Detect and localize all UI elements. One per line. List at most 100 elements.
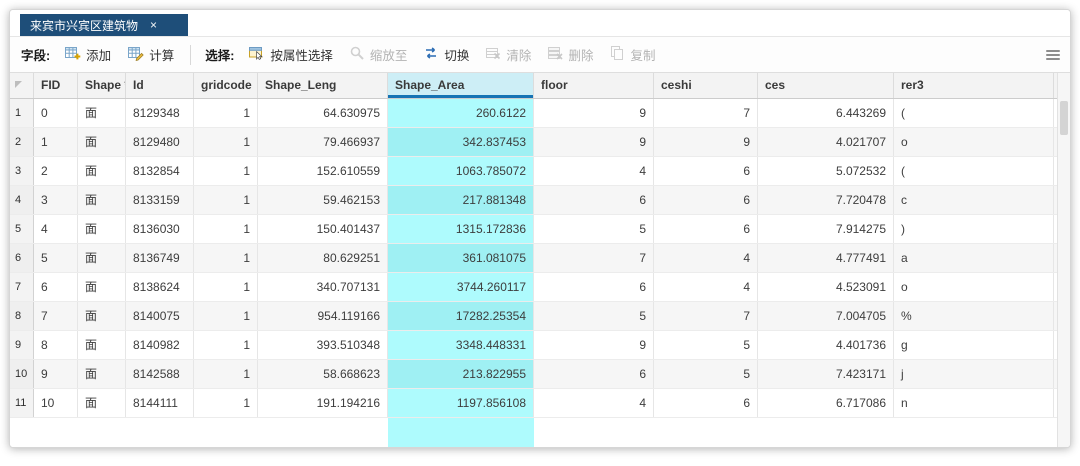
cell-Shape_Leng[interactable]: 954.119166 xyxy=(258,302,388,330)
column-header-Id[interactable]: Id xyxy=(126,73,194,98)
select-all-corner[interactable] xyxy=(10,73,34,98)
cell-Id[interactable]: 8140075 xyxy=(126,302,194,330)
row-number[interactable]: 7 xyxy=(10,273,34,301)
cell-floor[interactable]: 5 xyxy=(534,302,654,330)
cell-ceshi[interactable]: 7 xyxy=(654,302,758,330)
column-header-rer3[interactable]: rer3 xyxy=(894,73,1054,98)
row-number[interactable]: 4 xyxy=(10,186,34,214)
cell-gridcode[interactable]: 1 xyxy=(194,215,258,243)
cell-floor[interactable]: 9 xyxy=(534,331,654,359)
cell-ceshi[interactable]: 6 xyxy=(654,215,758,243)
column-header-Shape[interactable]: Shape * xyxy=(78,73,126,98)
zoom-to-button[interactable]: 缩放至 xyxy=(342,41,415,68)
cell-ces[interactable]: 7.423171 xyxy=(758,360,894,388)
clear-selection-button[interactable]: 清除 xyxy=(478,41,538,68)
cell-Shape_Area[interactable]: 217.881348 xyxy=(388,186,534,214)
cell-Id[interactable]: 8129480 xyxy=(126,128,194,156)
cell-floor[interactable]: 6 xyxy=(534,360,654,388)
cell-floor[interactable]: 7 xyxy=(534,244,654,272)
cell-Shape_Leng[interactable]: 64.630975 xyxy=(258,99,388,127)
cell-gridcode[interactable]: 1 xyxy=(194,186,258,214)
cell-Shape[interactable]: 面 xyxy=(78,360,126,388)
cell-gridcode[interactable]: 1 xyxy=(194,389,258,417)
cell-floor[interactable]: 6 xyxy=(534,186,654,214)
cell-rer3[interactable]: o xyxy=(894,128,1054,156)
cell-ces[interactable]: 4.021707 xyxy=(758,128,894,156)
cell-FID[interactable]: 4 xyxy=(34,215,78,243)
row-number[interactable]: 9 xyxy=(10,331,34,359)
cell-Id[interactable]: 8136749 xyxy=(126,244,194,272)
cell-Shape[interactable]: 面 xyxy=(78,99,126,127)
cell-rer3[interactable]: o xyxy=(894,273,1054,301)
switch-selection-button[interactable]: 切换 xyxy=(416,41,476,68)
copy-button[interactable]: 复制 xyxy=(602,41,662,68)
cell-ceshi[interactable]: 6 xyxy=(654,186,758,214)
cell-rer3[interactable]: g xyxy=(894,331,1054,359)
cell-Shape_Area[interactable]: 17282.25354 xyxy=(388,302,534,330)
calculate-field-button[interactable]: 计算 xyxy=(120,41,181,68)
cell-floor[interactable]: 5 xyxy=(534,215,654,243)
cell-FID[interactable]: 1 xyxy=(34,128,78,156)
cell-FID[interactable]: 2 xyxy=(34,157,78,185)
cell-rer3[interactable]: c xyxy=(894,186,1054,214)
cell-Shape_Area[interactable]: 342.837453 xyxy=(388,128,534,156)
row-number[interactable]: 10 xyxy=(10,360,34,388)
vertical-scrollbar[interactable] xyxy=(1057,73,1070,447)
cell-gridcode[interactable]: 1 xyxy=(194,360,258,388)
row-number[interactable]: 6 xyxy=(10,244,34,272)
cell-Shape_Area[interactable]: 1197.856108 xyxy=(388,389,534,417)
cell-Shape[interactable]: 面 xyxy=(78,128,126,156)
cell-gridcode[interactable]: 1 xyxy=(194,128,258,156)
cell-floor[interactable]: 6 xyxy=(534,273,654,301)
cell-Shape_Leng[interactable]: 393.510348 xyxy=(258,331,388,359)
vertical-scrollbar-thumb[interactable] xyxy=(1060,101,1068,135)
cell-FID[interactable]: 7 xyxy=(34,302,78,330)
cell-Shape[interactable]: 面 xyxy=(78,215,126,243)
column-header-Shape_Area[interactable]: Shape_Area xyxy=(388,73,534,98)
cell-ceshi[interactable]: 6 xyxy=(654,389,758,417)
cell-Shape_Area[interactable]: 3744.260117 xyxy=(388,273,534,301)
cell-FID[interactable]: 9 xyxy=(34,360,78,388)
cell-ceshi[interactable]: 4 xyxy=(654,273,758,301)
cell-FID[interactable]: 5 xyxy=(34,244,78,272)
cell-Shape[interactable]: 面 xyxy=(78,186,126,214)
cell-ceshi[interactable]: 4 xyxy=(654,244,758,272)
cell-FID[interactable]: 3 xyxy=(34,186,78,214)
cell-FID[interactable]: 6 xyxy=(34,273,78,301)
cell-rer3[interactable]: j xyxy=(894,360,1054,388)
column-header-Shape_Leng[interactable]: Shape_Leng xyxy=(258,73,388,98)
cell-ces[interactable]: 6.443269 xyxy=(758,99,894,127)
cell-Shape_Area[interactable]: 213.822955 xyxy=(388,360,534,388)
cell-Shape_Leng[interactable]: 58.668623 xyxy=(258,360,388,388)
cell-gridcode[interactable]: 1 xyxy=(194,157,258,185)
column-header-gridcode[interactable]: gridcode xyxy=(194,73,258,98)
cell-FID[interactable]: 10 xyxy=(34,389,78,417)
tab-attribute-table[interactable]: 来宾市兴宾区建筑物 × xyxy=(20,14,188,36)
cell-Shape[interactable]: 面 xyxy=(78,244,126,272)
cell-ceshi[interactable]: 7 xyxy=(654,99,758,127)
cell-Id[interactable]: 8132854 xyxy=(126,157,194,185)
cell-rer3[interactable]: ( xyxy=(894,157,1054,185)
cell-Shape_Area[interactable]: 361.081075 xyxy=(388,244,534,272)
cell-Shape_Leng[interactable]: 80.629251 xyxy=(258,244,388,272)
cell-Shape[interactable]: 面 xyxy=(78,389,126,417)
column-header-ces[interactable]: ces xyxy=(758,73,894,98)
cell-Id[interactable]: 8133159 xyxy=(126,186,194,214)
select-by-attributes-button[interactable]: 按属性选择 xyxy=(241,41,340,68)
cell-gridcode[interactable]: 1 xyxy=(194,331,258,359)
row-number[interactable]: 2 xyxy=(10,128,34,156)
cell-Shape[interactable]: 面 xyxy=(78,331,126,359)
toolbar-options-icon[interactable] xyxy=(1046,50,1060,60)
cell-Shape_Leng[interactable]: 79.466937 xyxy=(258,128,388,156)
cell-ces[interactable]: 4.777491 xyxy=(758,244,894,272)
cell-Id[interactable]: 8129348 xyxy=(126,99,194,127)
cell-rer3[interactable]: % xyxy=(894,302,1054,330)
row-number[interactable]: 8 xyxy=(10,302,34,330)
cell-Shape_Leng[interactable]: 59.462153 xyxy=(258,186,388,214)
cell-Shape[interactable]: 面 xyxy=(78,273,126,301)
delete-selection-button[interactable]: 删除 xyxy=(540,41,600,68)
cell-ces[interactable]: 7.720478 xyxy=(758,186,894,214)
column-header-ceshi[interactable]: ceshi xyxy=(654,73,758,98)
cell-FID[interactable]: 8 xyxy=(34,331,78,359)
cell-Id[interactable]: 8144111 xyxy=(126,389,194,417)
